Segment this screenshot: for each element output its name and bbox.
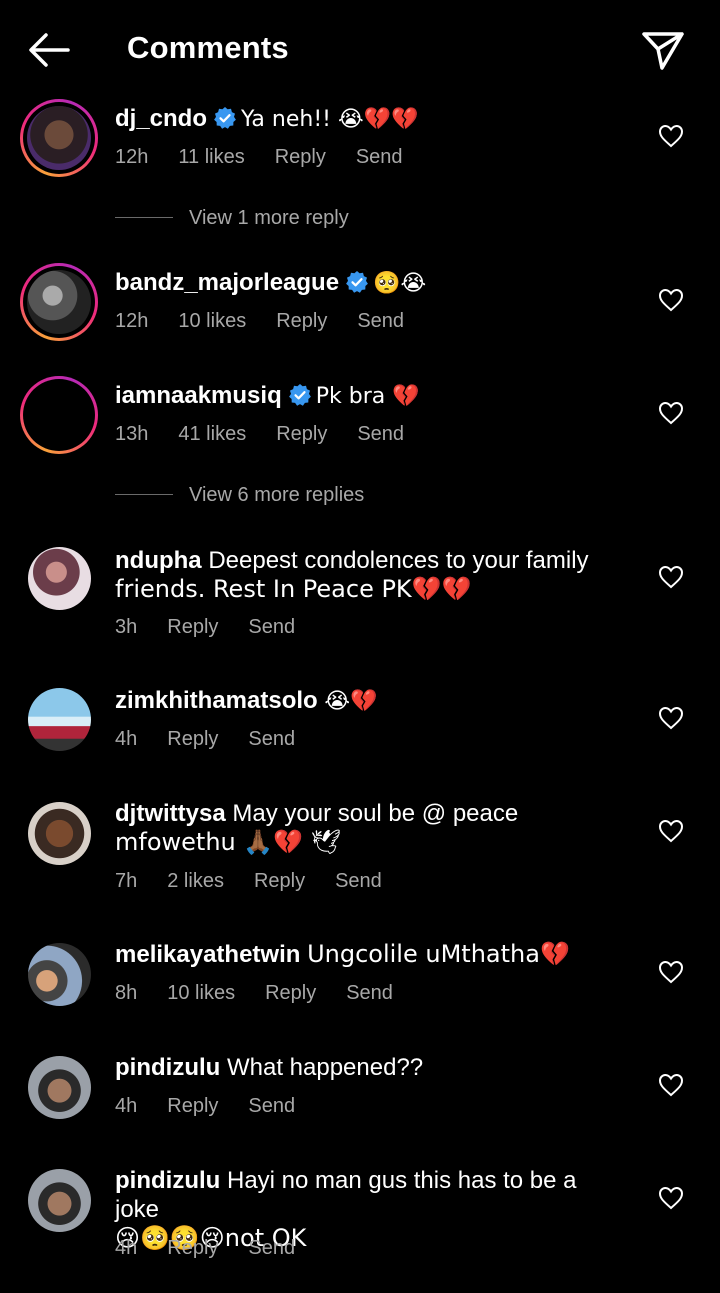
comment-username[interactable]: dj_cndo bbox=[115, 105, 207, 132]
comment-meta: 4h Reply Send bbox=[115, 728, 325, 751]
comment-time: 3h bbox=[115, 616, 138, 638]
divider bbox=[115, 494, 173, 495]
like-heart-icon[interactable] bbox=[658, 706, 684, 730]
send-button[interactable]: Send bbox=[357, 423, 404, 446]
send-button[interactable]: Send bbox=[335, 870, 382, 893]
comment-meta: 3h Reply Send bbox=[115, 616, 325, 639]
comment-time: 4h bbox=[115, 1237, 138, 1259]
comment-text: 😭💔 bbox=[324, 689, 378, 714]
like-heart-icon[interactable] bbox=[658, 124, 684, 148]
send-button[interactable]: Send bbox=[356, 146, 403, 169]
comment-likes[interactable]: 10 likes bbox=[178, 310, 246, 333]
comment-meta: 13h 41 likes Reply Send bbox=[115, 423, 434, 446]
comment-username[interactable]: djtwittysa bbox=[115, 800, 226, 827]
comment-username[interactable]: ndupha bbox=[115, 547, 202, 574]
comment-text-line2: mfowethu 🙏🏾💔 🕊 bbox=[115, 828, 342, 856]
back-arrow-icon[interactable] bbox=[26, 30, 72, 70]
comment-text: 🥺😭 bbox=[373, 271, 427, 296]
reply-button[interactable]: Reply bbox=[167, 1095, 218, 1118]
comment-time: 8h bbox=[115, 982, 138, 1004]
comment-text: Pk bra 💔 bbox=[315, 384, 420, 409]
comment-time: 4h bbox=[115, 1095, 138, 1117]
reply-button[interactable]: Reply bbox=[276, 310, 327, 333]
comment-likes[interactable]: 2 likes bbox=[167, 870, 224, 893]
like-heart-icon[interactable] bbox=[658, 401, 684, 425]
view-more-replies[interactable]: View 6 more replies bbox=[115, 484, 364, 507]
header-bar: Comments bbox=[0, 0, 720, 100]
send-button[interactable]: Send bbox=[346, 982, 393, 1005]
page-title: Comments bbox=[127, 30, 289, 65]
comment-time: 12h bbox=[115, 146, 149, 168]
comment-text: May your soul be @ peace bbox=[232, 800, 519, 827]
avatar[interactable] bbox=[28, 802, 91, 865]
avatar[interactable] bbox=[28, 943, 91, 1006]
send-button[interactable]: Send bbox=[248, 1095, 295, 1118]
comment-username[interactable]: bandz_majorleague bbox=[115, 269, 339, 296]
comment-time: 4h bbox=[115, 728, 138, 750]
reply-button[interactable]: Reply bbox=[167, 1237, 218, 1260]
comment-text: Ungcolile uMthatha💔 bbox=[307, 940, 570, 968]
comment-time: 12h bbox=[115, 310, 149, 332]
comment-meta: 12h 10 likes Reply Send bbox=[115, 310, 434, 333]
comment-likes[interactable]: 10 likes bbox=[167, 982, 235, 1005]
comment-time: 7h bbox=[115, 870, 138, 892]
send-button[interactable]: Send bbox=[357, 310, 404, 333]
like-heart-icon[interactable] bbox=[658, 565, 684, 589]
like-heart-icon[interactable] bbox=[658, 960, 684, 984]
like-heart-icon[interactable] bbox=[658, 819, 684, 843]
reply-button[interactable]: Reply bbox=[167, 728, 218, 751]
like-heart-icon[interactable] bbox=[658, 288, 684, 312]
reply-button[interactable]: Reply bbox=[167, 616, 218, 639]
reply-button[interactable]: Reply bbox=[276, 423, 327, 446]
avatar[interactable] bbox=[28, 1056, 91, 1119]
comment-text: Deepest condolences to your family bbox=[208, 547, 589, 574]
reply-button[interactable]: Reply bbox=[254, 870, 305, 893]
reply-button[interactable]: Reply bbox=[265, 982, 316, 1005]
avatar[interactable] bbox=[28, 547, 91, 610]
view-more-replies[interactable]: View 1 more reply bbox=[115, 207, 349, 230]
like-heart-icon[interactable] bbox=[658, 1186, 684, 1210]
comment-likes[interactable]: 41 likes bbox=[178, 423, 246, 446]
comment-meta: 12h 11 likes Reply Send bbox=[115, 146, 433, 169]
reply-button[interactable]: Reply bbox=[275, 146, 326, 169]
comment-username[interactable]: pindizulu bbox=[115, 1167, 220, 1194]
send-button[interactable]: Send bbox=[248, 616, 295, 639]
avatar[interactable] bbox=[20, 99, 98, 177]
verified-badge-icon bbox=[288, 384, 311, 406]
comment-meta: 4h Reply Send bbox=[115, 1237, 325, 1260]
verified-badge-icon bbox=[214, 107, 236, 129]
comment-text-line2: friends. Rest In Peace PK💔💔 bbox=[115, 575, 472, 603]
comment-username[interactable]: pindizulu bbox=[115, 1054, 220, 1081]
like-heart-icon[interactable] bbox=[658, 1073, 684, 1097]
comment-username[interactable]: zimkhithamatsolo bbox=[115, 687, 318, 714]
avatar[interactable] bbox=[28, 1169, 91, 1232]
send-icon[interactable] bbox=[640, 28, 686, 72]
comment-username[interactable]: iamnaakmusiq bbox=[115, 382, 282, 409]
send-button[interactable]: Send bbox=[248, 1237, 295, 1260]
comment-text: Ya neh!! 😭💔💔 bbox=[241, 107, 419, 132]
comment-meta: 7h 2 likes Reply Send bbox=[115, 870, 412, 893]
avatar[interactable] bbox=[20, 263, 98, 341]
send-button[interactable]: Send bbox=[248, 728, 295, 751]
comment-likes[interactable]: 11 likes bbox=[178, 146, 244, 169]
comment-text: What happened?? bbox=[226, 1054, 424, 1081]
avatar[interactable] bbox=[20, 376, 98, 454]
divider bbox=[115, 217, 173, 218]
avatar[interactable] bbox=[28, 688, 91, 751]
comment-meta: 4h Reply Send bbox=[115, 1095, 325, 1118]
comment-time: 13h bbox=[115, 423, 149, 445]
verified-badge-icon bbox=[346, 271, 368, 293]
comment-meta: 8h 10 likes Reply Send bbox=[115, 982, 423, 1005]
comment-username[interactable]: melikayathetwin bbox=[115, 941, 300, 968]
